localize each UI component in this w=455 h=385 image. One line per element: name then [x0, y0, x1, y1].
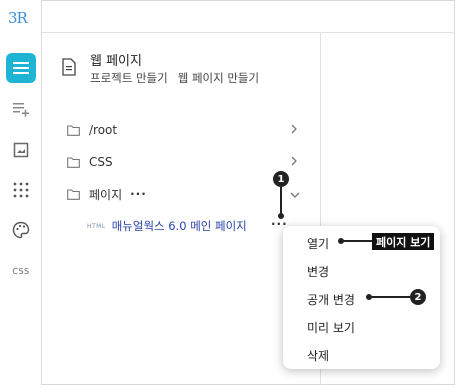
- callout-line-open: [342, 240, 372, 242]
- panel-title: 웹 페이지: [90, 54, 142, 69]
- folder-more-button[interactable]: ···: [130, 187, 147, 201]
- chevron-right-icon[interactable]: [290, 123, 298, 135]
- callout-line-2: [370, 296, 412, 298]
- menu-item-visibility[interactable]: 공개 변경: [307, 291, 355, 308]
- breadcrumb: 프로젝트 만들기 웹 페이지 만들기: [90, 70, 259, 86]
- callout-badge-2: 2: [410, 289, 426, 305]
- html-file-icon: HTML: [87, 222, 106, 230]
- tree-folder-label: /root: [89, 123, 118, 137]
- folder-icon: [67, 124, 80, 136]
- tree-folder-root[interactable]: /root: [67, 121, 302, 139]
- document-icon: [62, 58, 76, 76]
- css-icon: CSS: [12, 266, 30, 276]
- tree-file-label: 매뉴얼웍스 6.0 메인 페이지: [111, 219, 247, 233]
- palette-button[interactable]: [6, 215, 36, 245]
- tree-file-main-page[interactable]: HTML 매뉴얼웍스 6.0 메인 페이지: [87, 217, 247, 235]
- app-logo: 3R: [8, 9, 28, 27]
- folder-icon: [67, 156, 80, 168]
- callout-badge-1: 1: [273, 171, 289, 187]
- callout-dot-1: [278, 213, 284, 219]
- add-list-icon: [13, 103, 29, 117]
- breadcrumb-item[interactable]: 프로젝트 만들기: [90, 71, 168, 85]
- menu-item-delete[interactable]: 삭제: [307, 347, 329, 364]
- css-button[interactable]: CSS: [6, 256, 36, 286]
- tree-folder-css[interactable]: CSS: [67, 153, 302, 171]
- palette-icon: [12, 221, 30, 239]
- menu-item-change[interactable]: 변경: [307, 263, 329, 280]
- image-icon: [13, 142, 29, 158]
- tree-folder-pages[interactable]: 페이지 ···: [67, 185, 302, 203]
- menu-item-open[interactable]: 열기: [307, 235, 329, 252]
- tree-folder-label: 페이지: [89, 187, 123, 202]
- breadcrumb-item[interactable]: 웹 페이지 만들기: [178, 71, 259, 85]
- menu-item-preview[interactable]: 미리 보기: [307, 319, 355, 336]
- image-button[interactable]: [6, 135, 36, 165]
- callout-label-open-page: 페이지 보기: [372, 233, 435, 250]
- add-list-button[interactable]: [6, 94, 36, 124]
- left-rail: 3R CSS: [0, 0, 42, 385]
- menu-icon: [13, 62, 29, 74]
- tree-folder-label: CSS: [89, 155, 113, 169]
- grid-dots-button[interactable]: [6, 175, 36, 205]
- callout-line-1: [280, 187, 282, 215]
- chevron-right-icon[interactable]: [290, 155, 298, 167]
- folder-icon: [67, 188, 80, 200]
- top-bar: [42, 0, 455, 33]
- grid-dots-icon: [13, 182, 29, 198]
- menu-button[interactable]: [6, 53, 36, 83]
- chevron-down-icon[interactable]: [290, 191, 300, 199]
